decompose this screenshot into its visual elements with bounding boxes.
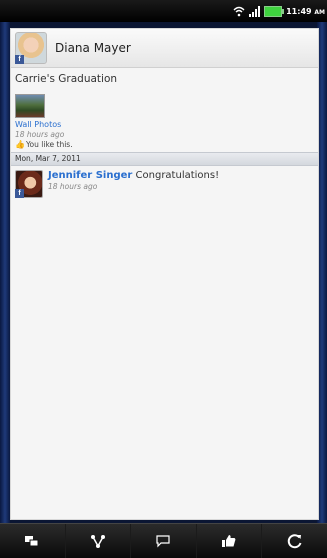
battery-icon [264, 5, 285, 17]
comment-author[interactable]: Jennifer Singer [48, 170, 132, 181]
comment-text: Congratulations! [135, 170, 220, 181]
like-text: You like this. [25, 140, 73, 149]
post-card: f Diana Mayer Carrie's Graduation Wall P… [10, 28, 319, 520]
facebook-icon: f [15, 55, 24, 64]
comment-icon [156, 535, 171, 548]
refresh-button[interactable] [262, 524, 327, 558]
chat-button[interactable] [0, 524, 66, 558]
facebook-icon: f [15, 189, 24, 198]
refresh-icon [287, 534, 302, 549]
profile-header[interactable]: f Diana Mayer [11, 29, 318, 68]
bottom-action-bar [0, 523, 327, 558]
clock-time: 11:49 [286, 6, 312, 16]
date-divider: Mon, Mar 7, 2011 [11, 152, 318, 166]
status-icons: 11:49 AM [233, 4, 325, 18]
like-icon [222, 535, 236, 547]
like-row: 👍 You like this. [15, 140, 318, 149]
comment-line: Jennifer Singer Congratulations! [48, 170, 219, 181]
post-title: Carrie's Graduation [15, 73, 118, 85]
post-time: 18 hours ago [15, 130, 65, 139]
profile-avatar-wrap[interactable]: f [15, 32, 47, 64]
clock-ampm: AM [314, 8, 325, 16]
like-button[interactable] [197, 524, 263, 558]
clock: 11:49 AM [286, 7, 325, 16]
share-button[interactable] [66, 524, 132, 558]
comment-body: Jennifer Singer Congratulations! 18 hour… [48, 170, 219, 198]
background-edge-left [0, 22, 10, 524]
album-link[interactable]: Wall Photos [15, 120, 318, 129]
photo-thumbnail[interactable] [15, 94, 45, 118]
thumbs-up-icon: 👍 [15, 140, 25, 149]
signal-icon [249, 5, 261, 17]
comment-time: 18 hours ago [48, 182, 98, 191]
wifi-icon [233, 6, 245, 17]
comment-button[interactable] [131, 524, 197, 558]
chat-icon [25, 536, 39, 547]
comment-item: f Jennifer Singer Congratulations! 18 ho… [11, 166, 318, 198]
share-icon [90, 535, 105, 548]
commenter-avatar-wrap[interactable]: f [15, 170, 43, 198]
profile-name[interactable]: Diana Mayer [55, 41, 131, 55]
status-bar: 11:49 AM [0, 0, 327, 22]
